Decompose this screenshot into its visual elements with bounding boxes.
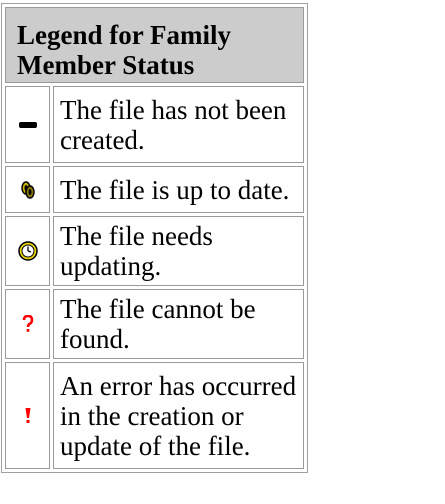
legend-header-row: Legend for Family Member Status bbox=[5, 7, 304, 83]
legend-row: The file cannot be found. bbox=[5, 289, 304, 359]
legend-icon-cell bbox=[5, 289, 50, 359]
legend-description: An error has occurred in the creation or… bbox=[53, 362, 304, 469]
legend-description: The file needs updating. bbox=[53, 216, 304, 286]
legend-description: The file cannot be found. bbox=[53, 289, 304, 359]
legend-title: Legend for Family Member Status bbox=[5, 7, 304, 83]
legend-row: The file is up to date. bbox=[5, 166, 304, 213]
error-exclamation-icon bbox=[6, 407, 49, 424]
legend-row: The file needs updating. bbox=[5, 216, 304, 286]
legend-row: The file has not been created. bbox=[5, 86, 304, 163]
legend-icon-cell bbox=[5, 216, 50, 286]
legend-icon-cell bbox=[5, 86, 50, 163]
not-found-question-icon bbox=[6, 315, 49, 333]
not-created-dash-icon bbox=[6, 121, 49, 129]
legend-icon-cell bbox=[5, 362, 50, 469]
needs-updating-clock-icon bbox=[6, 241, 49, 261]
legend-description: The file has not been created. bbox=[53, 86, 304, 163]
legend-icon-cell bbox=[5, 166, 50, 213]
legend-table: Legend for Family Member Status The file… bbox=[1, 3, 308, 473]
up-to-date-chain-icon bbox=[6, 180, 49, 199]
legend-row: An error has occurred in the creation or… bbox=[5, 362, 304, 469]
legend-description: The file is up to date. bbox=[53, 166, 304, 213]
